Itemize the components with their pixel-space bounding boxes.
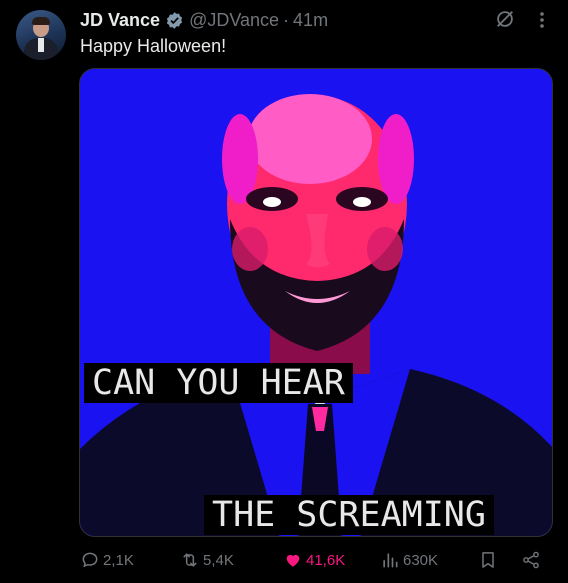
post-text: Happy Halloween! — [80, 36, 227, 56]
header-separator: · — [283, 9, 290, 30]
avatar-shirt — [38, 38, 44, 52]
reply-button[interactable]: 2,1K — [80, 545, 134, 575]
views-button[interactable]: 630K — [380, 545, 438, 575]
caption-top: CAN YOU HEAR — [84, 363, 353, 403]
heart-icon — [286, 554, 300, 567]
reply-icon — [82, 552, 98, 567]
view-count: 630K — [403, 551, 439, 569]
share-icon[interactable] — [521, 550, 541, 570]
action-bar: 2,1K 5,4K 41,6K 630K — [0, 545, 568, 575]
reply-count: 2,1K — [103, 551, 134, 569]
grok-icon[interactable] — [494, 8, 516, 30]
author-name[interactable]: JD Vance — [80, 10, 160, 31]
more-options-icon[interactable] — [532, 9, 552, 31]
post-image[interactable]: CAN YOU HEAR THE SCREAMING — [79, 68, 553, 537]
author-handle[interactable]: @JDVance — [189, 10, 279, 31]
post-header: JD Vance @JDVance · 41m — [80, 9, 328, 31]
author-avatar[interactable] — [16, 10, 66, 60]
repost-icon — [183, 553, 197, 567]
post-timestamp[interactable]: 41m — [293, 10, 328, 31]
meme-illustration — [80, 69, 552, 536]
like-button[interactable]: 41,6K — [283, 545, 345, 575]
bookmark-icon[interactable] — [478, 550, 498, 570]
verified-badge-icon — [166, 11, 183, 29]
views-chart-icon — [383, 553, 398, 568]
caption-bottom: THE SCREAMING — [204, 495, 494, 535]
repost-count: 5,4K — [203, 551, 234, 569]
repost-button[interactable]: 5,4K — [180, 545, 234, 575]
avatar-hair — [32, 17, 50, 25]
like-count: 41,6K — [306, 551, 346, 569]
